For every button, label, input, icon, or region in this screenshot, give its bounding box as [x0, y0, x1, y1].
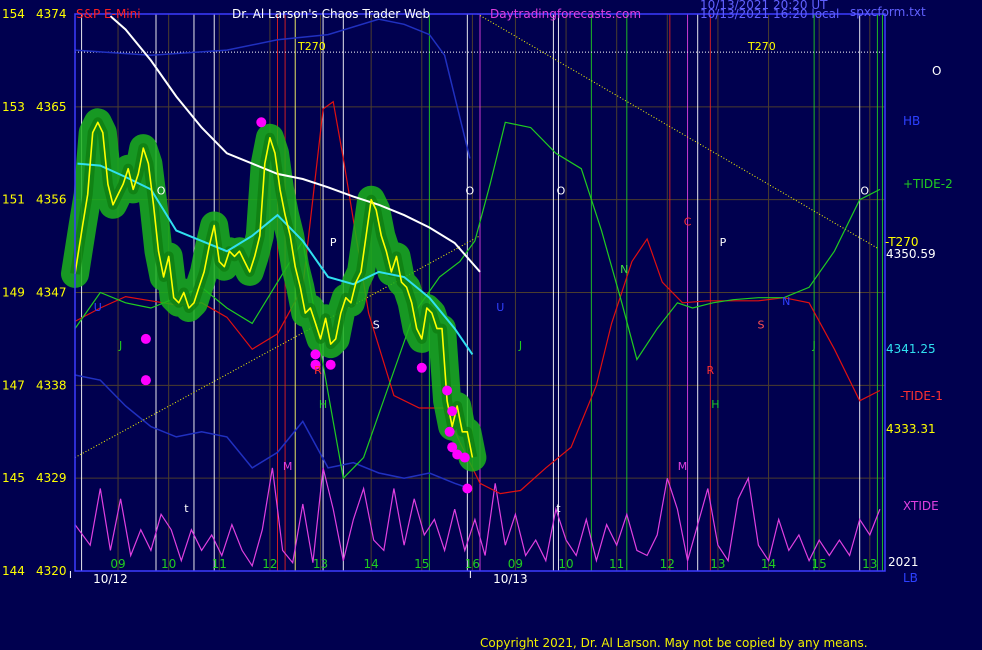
x-hour-label: 09 — [508, 557, 523, 571]
cycle-letter: S — [757, 319, 764, 332]
cycle-letter: J — [118, 339, 122, 352]
pivot-dot — [462, 483, 473, 494]
pivot-dot — [447, 442, 458, 453]
cycle-letter: C — [684, 215, 692, 228]
x-hour-label: 13 — [313, 557, 328, 571]
pivot-dot — [256, 117, 267, 128]
x-hour-label: 10 — [558, 557, 573, 571]
right-label-price2: 4341.25 — [886, 342, 936, 356]
x-hour-label: 13 — [862, 557, 877, 571]
cycle-letter: O — [557, 185, 566, 198]
year-label: 2021 — [888, 555, 919, 569]
cycle-letter: U — [496, 301, 504, 314]
site-link[interactable]: Daytradingforecasts.com — [490, 7, 641, 21]
x-date-label: 10/12 — [93, 572, 128, 586]
x-hour-label: 15 — [414, 557, 429, 571]
pivot-dot — [140, 333, 151, 344]
cycle-letter: P — [720, 236, 727, 249]
right-label-tide2: +TIDE-2 — [903, 177, 953, 191]
x-hour-label: 11 — [609, 557, 624, 571]
x-hour-label: 14 — [761, 557, 776, 571]
pivot-dot — [325, 359, 336, 370]
right-label-lb: LB — [903, 571, 918, 585]
right-label-hb: HB — [903, 114, 920, 128]
cycle-letter: O — [157, 185, 166, 198]
x-hour-label: 12 — [660, 557, 675, 571]
pivot-dot — [310, 349, 321, 360]
pivot-dot — [447, 406, 458, 417]
cycle-letter: J — [812, 339, 816, 352]
cycle-letter: M — [283, 460, 293, 473]
cycle-letter: M — [678, 460, 688, 473]
y-tick-label-a: 147 — [2, 378, 25, 392]
t270-label: T270 — [747, 40, 776, 53]
x-hour-label: 15 — [812, 557, 827, 571]
cycle-letter: R — [707, 364, 715, 377]
x-hour-label: 09 — [110, 557, 125, 571]
y-tick-label-a: 144 — [2, 564, 25, 578]
pivot-dot — [444, 426, 455, 437]
cycle-letter: U — [94, 301, 102, 314]
x-hour-label: 11 — [212, 557, 227, 571]
cycle-letter: N — [782, 295, 790, 308]
y-tick-label-b: 4329 — [36, 471, 67, 485]
y-tick-label-b: 4320 — [36, 564, 67, 578]
cycle-letter: H — [711, 398, 719, 411]
x-date-label: 10/13 — [493, 572, 528, 586]
y-tick-label-b: 4356 — [36, 193, 67, 207]
pivot-dot — [140, 375, 151, 386]
y-tick-label-a: 153 — [2, 100, 25, 114]
x-hour-label: 13 — [710, 557, 725, 571]
right-label-o: O — [932, 64, 941, 78]
y-tick-label-a: 149 — [2, 286, 25, 300]
y-tick-label-a: 145 — [2, 471, 25, 485]
right-label-price3: 4333.31 — [886, 422, 936, 436]
chart-background — [0, 0, 982, 650]
cycle-letter: O — [466, 185, 475, 198]
t270-label: T270 — [297, 40, 326, 53]
x-hour-label: 16 — [465, 557, 480, 571]
stamp-local: 10/13/2021 16:20 local — [700, 7, 839, 21]
cycle-letter: R — [314, 364, 322, 377]
y-tick-label-b: 4347 — [36, 286, 67, 300]
pivot-dot — [442, 385, 453, 396]
x-hour-label: 10 — [161, 557, 176, 571]
y-tick-label-b: 4374 — [36, 7, 67, 21]
right-label-price1: 4350.59 — [886, 247, 936, 261]
cycle-letter: S — [373, 319, 380, 332]
right-label-tide1: -TIDE-1 — [900, 389, 943, 403]
symbol-title: S&P E-Mini — [76, 7, 141, 21]
cycle-letter: N — [620, 263, 628, 276]
y-tick-label-a: 154 — [2, 7, 25, 21]
cycle-letter: J — [518, 339, 522, 352]
y-tick-label-a: 151 — [2, 193, 25, 207]
copyright: Copyright 2021, Dr. Al Larson. May not b… — [480, 636, 868, 650]
x-hour-label: 12 — [262, 557, 277, 571]
page-title: Dr. Al Larson's Chaos Trader Web — [232, 7, 430, 21]
pivot-dot — [459, 452, 470, 463]
source-file: spxcform.txt — [850, 5, 926, 19]
pivot-dot — [416, 362, 427, 373]
cycle-letter: t — [556, 502, 561, 515]
right-label-xtide: XTIDE — [903, 499, 939, 513]
chaos-trader-chart: T270 T270 O O O O P P S S N N J J J U U R R H H M M Ct t 154 4374… — [0, 0, 982, 650]
cycle-letter: t — [184, 502, 189, 515]
y-tick-label-b: 4365 — [36, 100, 67, 114]
x-hour-label: 14 — [364, 557, 379, 571]
cycle-letter: H — [319, 398, 327, 411]
y-tick-label-b: 4338 — [36, 378, 67, 392]
cycle-letter: P — [330, 236, 337, 249]
cycle-letter: O — [860, 185, 869, 198]
